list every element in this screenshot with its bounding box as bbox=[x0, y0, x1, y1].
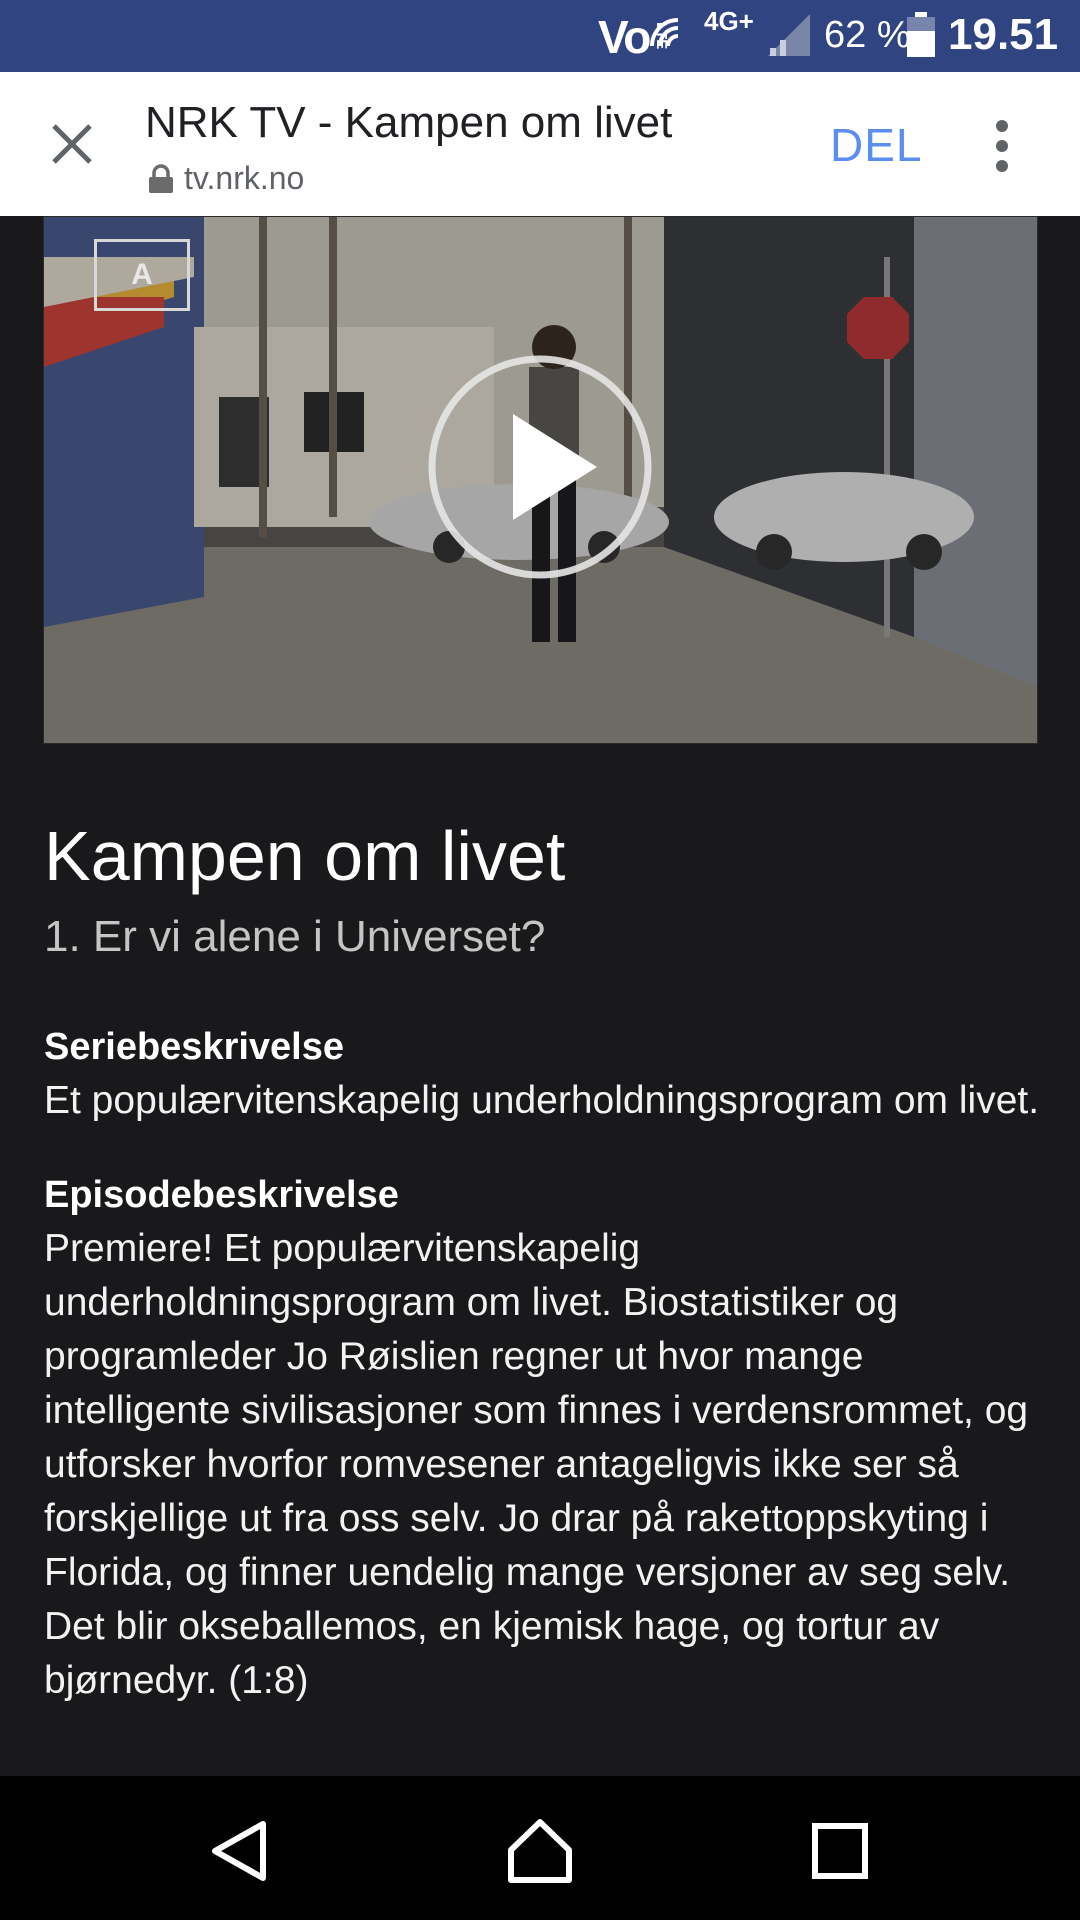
series-description-heading: Seriebeskrivelse bbox=[44, 1026, 345, 1068]
lock-icon bbox=[149, 163, 173, 193]
custom-tab-toolbar: NRK TV - Kampen om livet tv.nrk.no DEL bbox=[0, 72, 1080, 216]
episode-title: 1. Er vi alene i Universet? bbox=[44, 912, 546, 961]
close-icon bbox=[52, 124, 92, 164]
battery-percent: 62 % bbox=[824, 14, 911, 56]
back-icon[interactable] bbox=[205, 1816, 275, 1886]
series-description: Seriebeskrivelse Et populærvitenskapelig… bbox=[44, 1020, 1044, 1128]
share-button[interactable]: DEL bbox=[830, 118, 922, 172]
lte-indicator: LTE bbox=[653, 22, 670, 50]
program-info: Kampen om livet 1. Er vi alene i Univers… bbox=[44, 820, 1044, 1708]
age-rating-badge: A bbox=[94, 239, 190, 311]
clock: 19.51 bbox=[948, 10, 1059, 59]
series-description-text: Et populærvitenskapelig underholdningspr… bbox=[44, 1079, 1040, 1122]
network-type: 4G+ bbox=[704, 6, 754, 36]
page-title: NRK TV - Kampen om livet bbox=[145, 98, 673, 147]
more-vert-icon[interactable] bbox=[984, 116, 1020, 176]
recents-icon[interactable] bbox=[805, 1816, 875, 1886]
volte-indicator: Vo bbox=[598, 11, 651, 63]
signal-icon bbox=[768, 14, 810, 56]
episode-description-heading: Episodebeskrivelse bbox=[44, 1174, 399, 1216]
home-icon[interactable] bbox=[505, 1816, 575, 1886]
episode-description-text: Premiere! Et populærvitenskapelig underh… bbox=[44, 1227, 1029, 1702]
battery-icon bbox=[907, 12, 935, 57]
episode-description: Episodebeskrivelse Premiere! Et populærv… bbox=[44, 1168, 1044, 1708]
play-icon[interactable] bbox=[425, 352, 655, 582]
close-button[interactable] bbox=[40, 112, 104, 176]
url-row[interactable]: tv.nrk.no bbox=[148, 160, 304, 197]
system-nav-bar bbox=[0, 1776, 1080, 1920]
show-title: Kampen om livet bbox=[44, 817, 566, 895]
video-player[interactable]: A bbox=[43, 216, 1038, 744]
page-url: tv.nrk.no bbox=[184, 160, 305, 196]
status-bar: Vo LTE 4G+ 62 % 19.51 bbox=[0, 0, 1080, 72]
